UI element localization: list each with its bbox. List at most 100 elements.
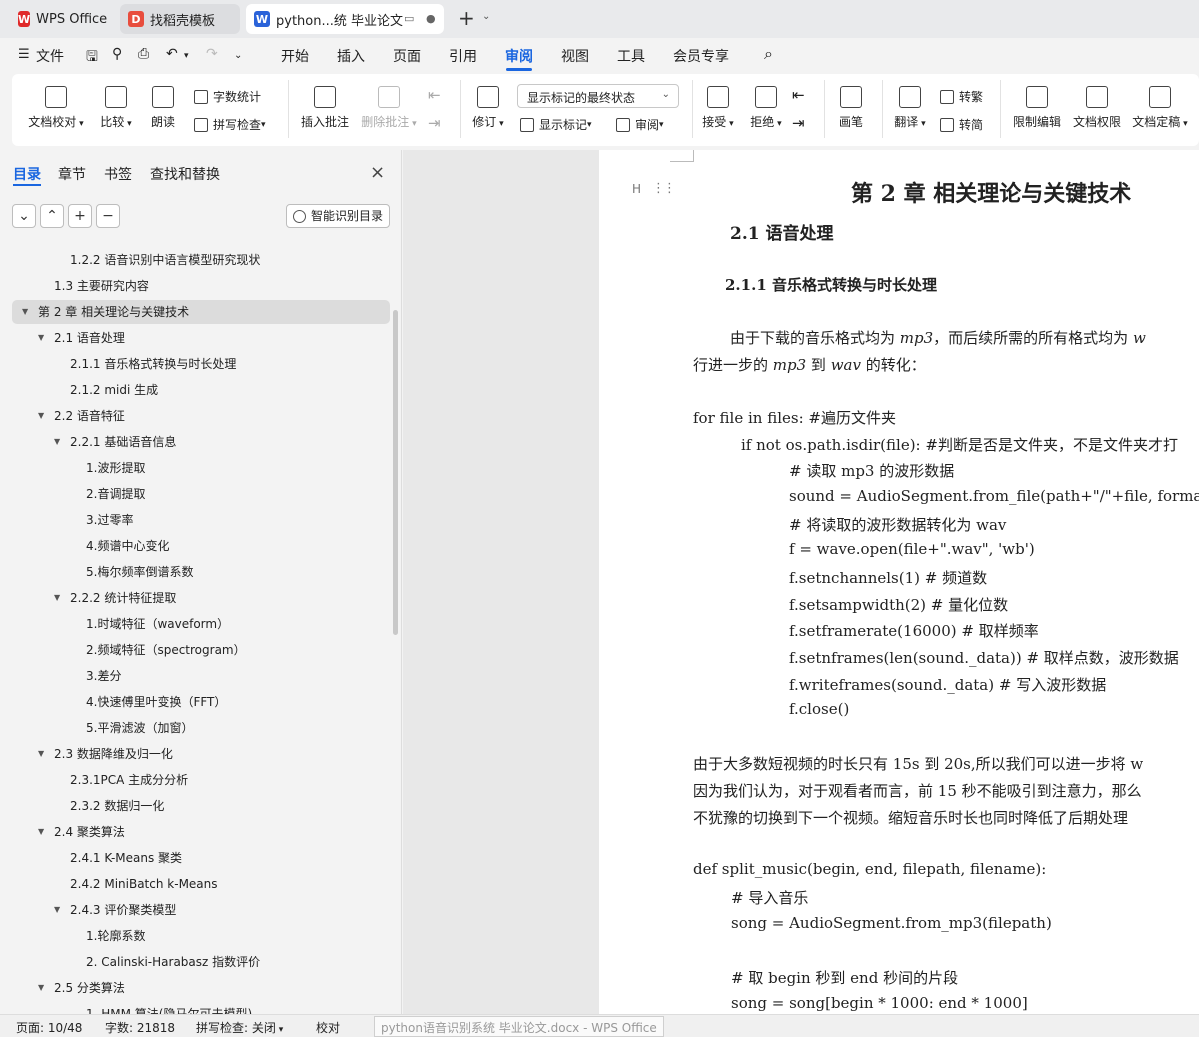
toc-item[interactable]: 2.4.2 MiniBatch k-Means <box>12 872 390 896</box>
menu-view[interactable]: 视图 <box>561 46 589 66</box>
translate-button[interactable]: 翻译 ▾ <box>892 86 928 130</box>
reject-button[interactable]: 拒绝 ▾ <box>748 86 784 130</box>
toc-item[interactable]: 4.快速傅里叶变换（FFT） <box>12 690 390 714</box>
undo-chevron-icon[interactable]: ▾ <box>184 51 189 61</box>
tab-daoke-template[interactable]: D 找稻壳模板 <box>120 4 240 34</box>
toc-item[interactable]: 4.频谱中心变化 <box>12 534 390 558</box>
redo-icon[interactable]: ↷ <box>206 46 218 62</box>
spell-check-button[interactable]: 拼写检查 ▾ <box>194 116 266 133</box>
previous-comment-icon[interactable]: ⇤ <box>428 86 441 104</box>
menu-member[interactable]: 会员专享 <box>673 46 729 66</box>
close-icon[interactable]: × <box>370 162 385 183</box>
to-simplified-button[interactable]: 转简 <box>940 116 983 133</box>
revise-button[interactable]: 修订 ▾ <box>470 86 506 130</box>
toc-expand-arrow-icon[interactable]: ▼ <box>38 326 44 350</box>
toc-item[interactable]: 5.梅尔频率倒谱系数 <box>12 560 390 584</box>
menu-hamburger-icon[interactable]: ☰ <box>18 47 30 62</box>
new-tab-plus-icon[interactable]: + <box>458 8 475 28</box>
menu-insert[interactable]: 插入 <box>337 46 365 66</box>
drag-handle-icon[interactable]: ⋮⋮ <box>652 181 676 196</box>
word-count-button[interactable]: 字数统计 <box>194 88 261 105</box>
toc-item[interactable]: 1.时域特征（waveform） <box>12 612 390 636</box>
toc-item[interactable]: 2.1.1 音乐格式转换与时长处理 <box>12 352 390 376</box>
toc-expand-arrow-icon[interactable]: ▼ <box>54 898 60 922</box>
toc-item[interactable]: ▼ 2.1 语音处理 <box>12 326 390 350</box>
review-pane-button[interactable]: 审阅 ▾ <box>616 116 664 133</box>
toc-item[interactable]: 2.3.1PCA 主成分分析 <box>12 768 390 792</box>
read-aloud-button[interactable]: 朗读 <box>148 86 178 130</box>
tab-screen-icon[interactable]: ▭ <box>404 12 414 25</box>
proof-indicator[interactable]: 校对 <box>316 1019 340 1036</box>
toc-item[interactable]: ▼ 2.5 分类算法 <box>12 976 390 1000</box>
pen-button[interactable]: 画笔 <box>836 86 866 130</box>
toc-expand-arrow-icon[interactable]: ▼ <box>54 430 60 454</box>
collapse-chevron-down-icon[interactable]: ⌄ <box>12 204 36 228</box>
toc-item[interactable]: ▼ 2.2.1 基础语音信息 <box>12 430 390 454</box>
share-icon[interactable]: ⚲ <box>112 46 122 62</box>
undo-icon[interactable]: ↶ <box>166 46 178 62</box>
toc-item[interactable]: ▼ 2.3 数据降维及归一化 <box>12 742 390 766</box>
nav-tab-chapter[interactable]: 章节 <box>58 164 86 184</box>
toc-expand-arrow-icon[interactable]: ▼ <box>38 820 44 844</box>
menu-tools[interactable]: 工具 <box>617 46 645 66</box>
menu-file[interactable]: 文件 <box>36 46 64 66</box>
toc-expand-arrow-icon[interactable]: ▼ <box>54 586 60 610</box>
restrict-edit-button[interactable]: 限制编辑 <box>1012 86 1062 130</box>
nav-tab-find-replace[interactable]: 查找和替换 <box>150 164 220 184</box>
menu-reference[interactable]: 引用 <box>449 46 477 66</box>
toc-item[interactable]: 2.音调提取 <box>12 482 390 506</box>
doc-permission-button[interactable]: 文档权限 <box>1072 86 1122 130</box>
previous-revision-icon[interactable]: ⇤ <box>792 86 805 104</box>
toc-item[interactable]: 3.过零率 <box>12 508 390 532</box>
toc-item[interactable]: 1.2.2 语音识别中语言模型研究现状 <box>12 248 390 272</box>
toc-item[interactable]: 1.轮廓系数 <box>12 924 390 948</box>
menu-page[interactable]: 页面 <box>393 46 421 66</box>
next-revision-icon[interactable]: ⇥ <box>792 114 805 132</box>
toc-item[interactable]: 2.频域特征（spectrogram） <box>12 638 390 662</box>
quick-access-chevron-icon[interactable]: ⌄ <box>234 50 242 61</box>
remove-heading-minus-icon[interactable]: − <box>96 204 120 228</box>
toc-item[interactable]: 2.1.2 midi 生成 <box>12 378 390 402</box>
finalize-button[interactable]: 文档定稿 ▾ <box>1132 86 1188 130</box>
toc-item[interactable]: ▼ 2.2 语音特征 <box>12 404 390 428</box>
accept-button[interactable]: 接受 ▾ <box>700 86 736 130</box>
word-count-indicator[interactable]: 字数: 21818 <box>105 1019 175 1036</box>
expand-chevron-up-icon[interactable]: ⌃ <box>40 204 64 228</box>
menu-home[interactable]: 开始 <box>281 46 309 66</box>
tab-document[interactable]: W python...统 毕业论文 ▭ ● <box>246 4 444 34</box>
page-indicator[interactable]: 页面: 10/48 <box>16 1019 82 1036</box>
spell-check-status[interactable]: 拼写检查: 关闭 ▾ <box>196 1019 283 1036</box>
toc-item[interactable]: 1.3 主要研究内容 <box>12 274 390 298</box>
to-traditional-button[interactable]: 转繁 <box>940 88 983 105</box>
search-icon[interactable]: ⌕ <box>764 44 773 64</box>
nav-tab-bookmark[interactable]: 书签 <box>104 164 132 184</box>
save-icon[interactable]: 🖫 <box>86 46 98 70</box>
toc-item[interactable]: 5.平滑滤波（加窗） <box>12 716 390 740</box>
toc-item[interactable]: 2. Calinski-Harabasz 指数评价 <box>12 950 390 974</box>
toc-item[interactable]: 1. HMM 算法(隐马尔可夫模型) <box>12 1002 390 1014</box>
toc-expand-arrow-icon[interactable]: ▼ <box>22 300 28 324</box>
heading-style-icon[interactable]: H <box>632 182 641 196</box>
doc-check-button[interactable]: 文档校对 ▾ <box>28 86 84 130</box>
toc-item[interactable]: 2.4.1 K-Means 聚类 <box>12 846 390 870</box>
toc-item[interactable]: 3.差分 <box>12 664 390 688</box>
tab-wps-office[interactable]: W WPS Office <box>10 4 114 34</box>
tab-unsaved-dot-icon[interactable]: ● <box>426 12 436 25</box>
compare-button[interactable]: 比较 ▾ <box>98 86 134 130</box>
toc-expand-arrow-icon[interactable]: ▼ <box>38 742 44 766</box>
toc-item[interactable]: 2.3.2 数据归一化 <box>12 794 390 818</box>
add-heading-plus-icon[interactable]: + <box>68 204 92 228</box>
smart-toc-button[interactable]: 智能识别目录 <box>286 204 390 228</box>
markup-state-select[interactable]: 显示标记的最终状态 ⌄ <box>517 84 679 108</box>
toc-item[interactable]: ▼ 第 2 章 相关理论与关键技术 <box>12 300 390 324</box>
toc-item[interactable]: 1.波形提取 <box>12 456 390 480</box>
toc-item[interactable]: ▼ 2.4 聚类算法 <box>12 820 390 844</box>
menu-review[interactable]: 审阅 <box>505 46 533 66</box>
show-markup-button[interactable]: 显示标记 ▾ <box>520 116 592 133</box>
nav-tab-toc[interactable]: 目录 <box>13 164 41 184</box>
nav-scrollbar[interactable] <box>393 310 398 635</box>
toc-item[interactable]: ▼ 2.2.2 统计特征提取 <box>12 586 390 610</box>
toc-expand-arrow-icon[interactable]: ▼ <box>38 976 44 1000</box>
toc-item[interactable]: ▼ 2.4.3 评价聚类模型 <box>12 898 390 922</box>
delete-comment-button[interactable]: 删除批注 ▾ <box>360 86 418 130</box>
